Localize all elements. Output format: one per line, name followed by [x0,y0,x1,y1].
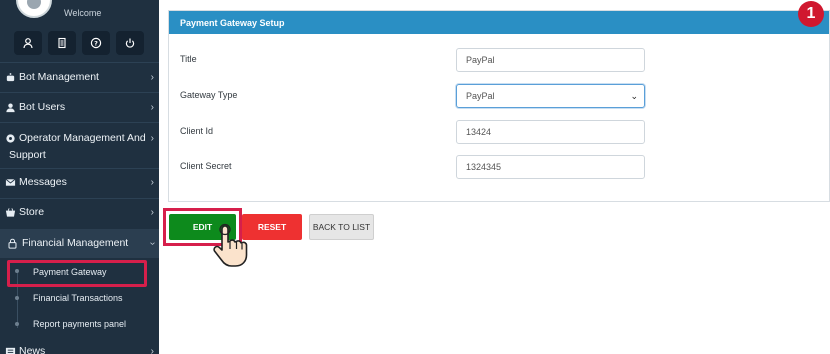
chevron-right-icon: › [150,71,154,83]
divider [0,92,159,93]
chevron-down-icon: ⌄ [630,91,638,101]
sidebar-item-messages[interactable]: Messages › [0,175,159,189]
divider [0,62,159,63]
news-icon [4,345,16,354]
title-field[interactable]: PayPal [456,48,645,72]
title-value: PayPal [466,55,495,65]
sidebar-item-label: News [19,345,46,354]
sidebar-item-operator-management[interactable]: Operator Management And › [0,131,159,145]
mail-icon [4,176,16,188]
back-to-list-button[interactable]: BACK TO LIST [309,214,374,240]
divider [0,198,159,199]
title-label: Title [180,54,197,64]
client-secret-value: 1324345 [466,162,502,172]
welcome-text: Welcome [64,8,102,18]
pointer-hand-icon [213,223,248,267]
sidebar-item-label: Bot Users [19,101,66,113]
user-icon[interactable] [14,31,42,55]
divider [0,168,159,169]
sidebar-item-news[interactable]: News › [0,344,159,354]
document-icon[interactable] [48,31,76,55]
client-id-field[interactable]: 13424 [456,120,645,144]
gateway-type-label: Gateway Type [180,90,238,100]
sidebar-item-label: Operator Management And [19,132,146,144]
quick-actions: ? [14,31,144,55]
bot-icon [4,71,16,83]
sidebar-item-financial-management[interactable]: Financial Management › [0,236,159,250]
chevron-down-icon: › [146,241,158,245]
chevron-right-icon: › [150,206,154,218]
sidebar-item-store[interactable]: Store › [0,205,159,219]
chevron-right-icon: › [150,132,154,144]
users-icon [4,101,16,113]
chevron-right-icon: › [150,176,154,188]
operator-icon [4,132,16,144]
submenu-item-report-payments[interactable]: Report payments panel [33,319,126,329]
sidebar-item-label: Support [9,149,46,161]
submenu-dot [15,322,19,326]
card-title: Payment Gateway Setup [180,18,285,28]
step-badge: 1 [798,1,824,27]
client-secret-field[interactable]: 1324345 [456,155,645,179]
sidebar-item-label: Financial Management [22,237,129,249]
divider [0,122,159,123]
client-id-value: 13424 [466,127,492,137]
lock-icon [6,237,18,249]
store-icon [4,206,16,218]
client-secret-label: Client Secret [180,161,232,171]
sidebar-item-bot-management[interactable]: Bot Management › [0,70,159,84]
sidebar-item-bot-users[interactable]: Bot Users › [0,100,159,114]
sidebar-item-label: Bot Management [19,71,99,83]
sidebar: Welcome ? Bot Management › Bot Users › O… [0,0,159,354]
help-icon[interactable]: ? [82,31,110,55]
chevron-right-icon: › [150,345,154,354]
payment-gateway-highlight [7,260,147,287]
sidebar-item-label: Store [19,206,45,218]
submenu-item-financial-transactions[interactable]: Financial Transactions [33,293,123,303]
client-id-label: Client Id [180,126,214,136]
card-header: Payment Gateway Setup [169,11,829,34]
sidebar-item-operator-management-cont[interactable]: Support [0,148,159,162]
avatar[interactable] [16,0,52,18]
sidebar-item-label: Messages [19,176,67,188]
gateway-type-value: PayPal [466,91,495,101]
gateway-type-select[interactable]: PayPal ⌄ [456,84,645,108]
submenu-dot [15,296,19,300]
power-icon[interactable] [116,31,144,55]
payment-gateway-card: Payment Gateway Setup Title PayPal Gatew… [168,10,830,202]
svg-text:?: ? [94,39,98,47]
chevron-right-icon: › [150,101,154,113]
app-root: Welcome ? Bot Management › Bot Users › O… [0,0,830,354]
